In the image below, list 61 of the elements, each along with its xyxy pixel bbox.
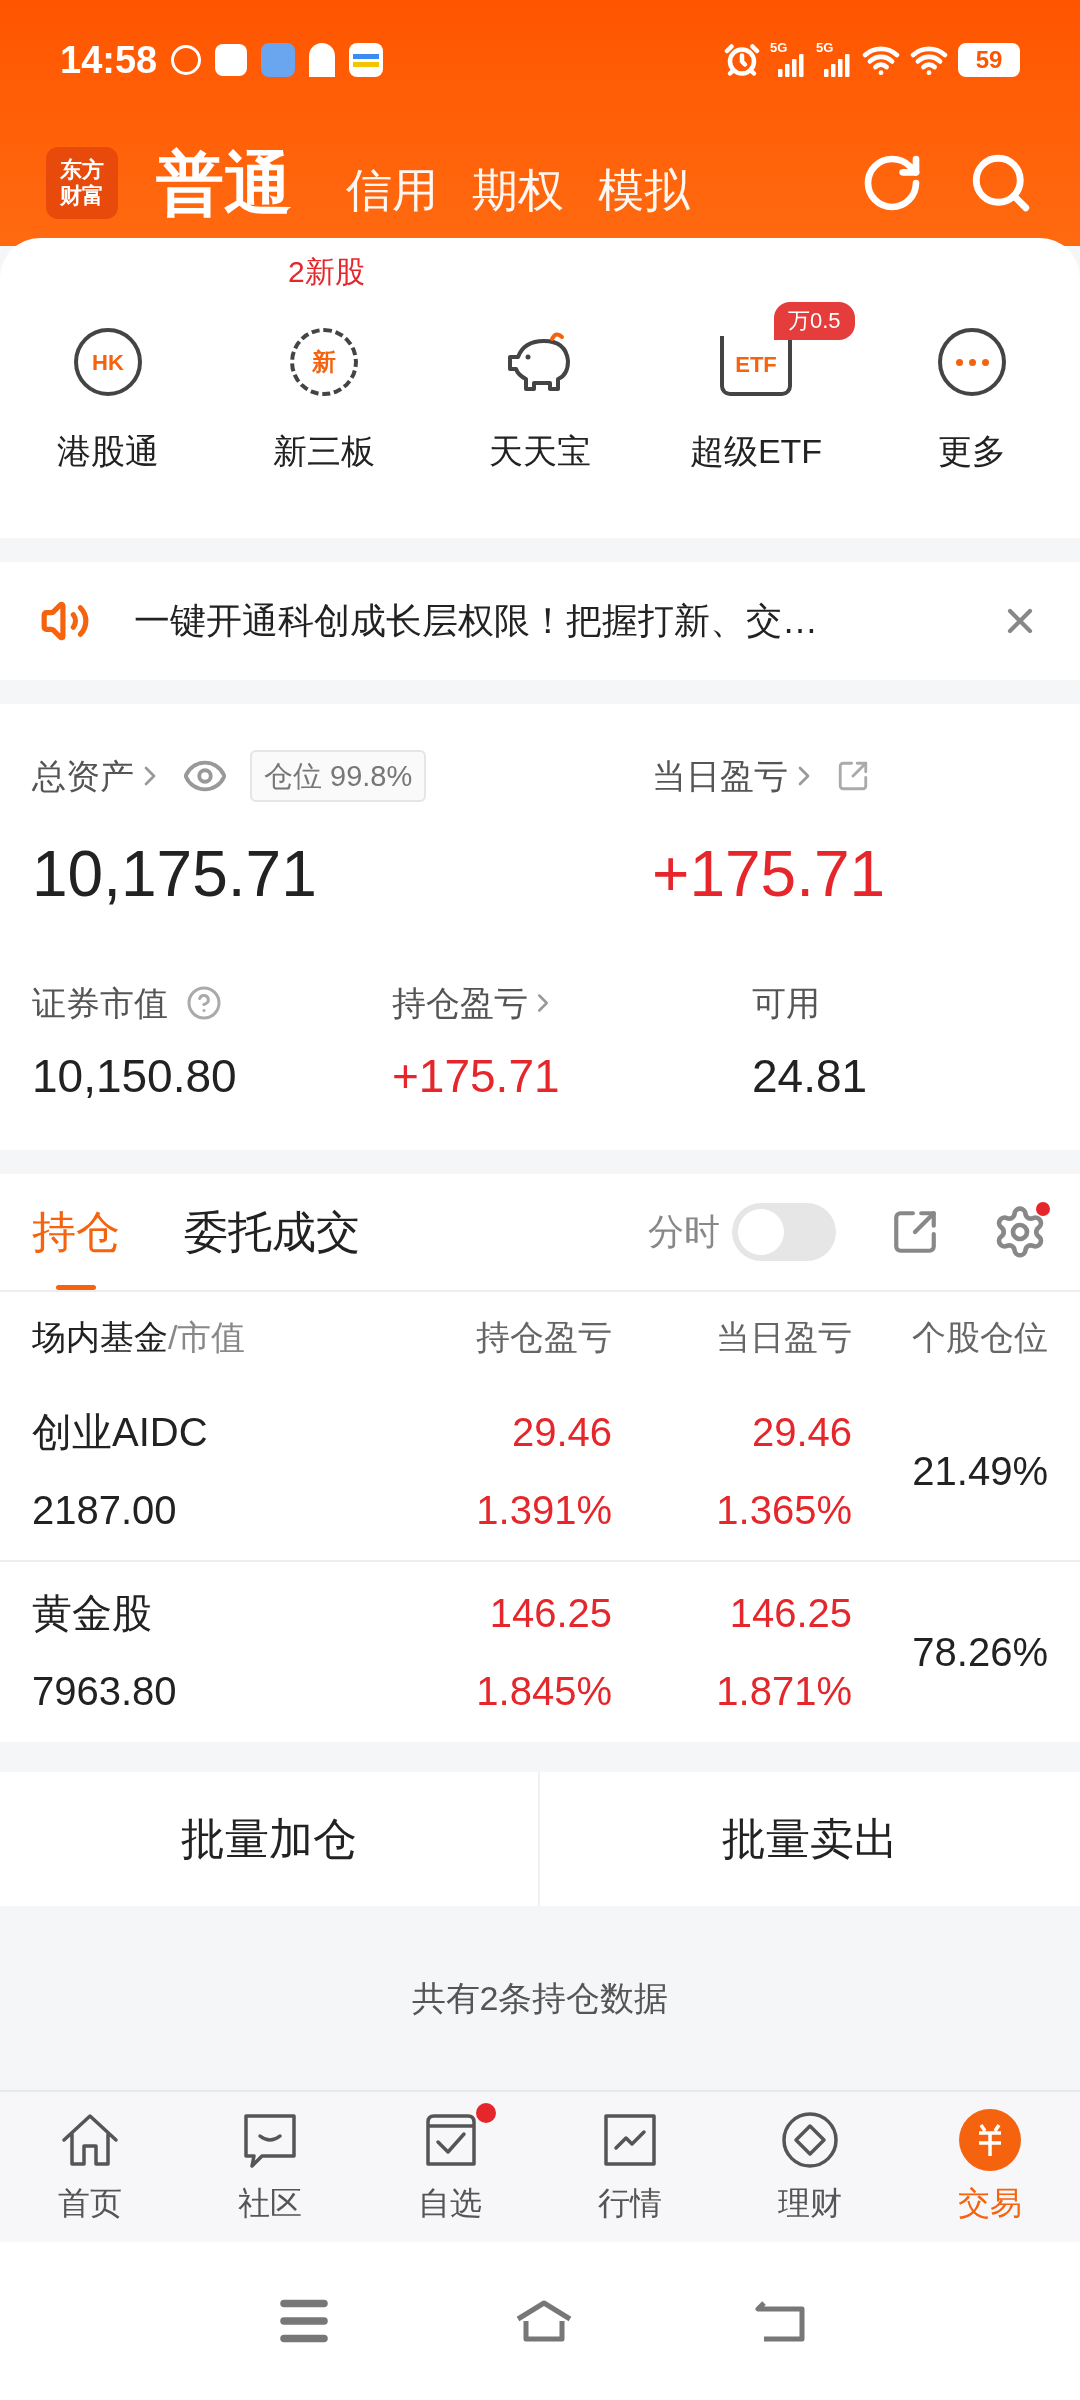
holding-pnl: 146.25 [489, 1590, 612, 1637]
stat-label: 可用 [752, 982, 820, 1024]
column-header: 当日盈亏 [715, 1316, 852, 1358]
service-shortcut[interactable]: HK 港股通 [57, 320, 159, 477]
fee-tag: 万0.5 [774, 302, 855, 340]
fund-name: 创业AIDC [32, 1409, 209, 1456]
notice-text[interactable]: 一键开通科创成长层权限！把握打新、交… [134, 594, 1000, 648]
market-value: 7963.80 [32, 1668, 178, 1715]
share-icon[interactable] [836, 759, 870, 793]
new-stock-count: 2新股 [288, 254, 365, 290]
stat-label: 证券市值 [32, 982, 168, 1024]
nav-tab[interactable]: 社区 [180, 2092, 360, 2242]
alarm-icon [724, 42, 760, 78]
batch-action-button[interactable]: 批量卖出 [540, 1772, 1080, 1906]
column-header: 持仓盈亏 [475, 1316, 612, 1358]
service-shortcut[interactable]: 新 新三板 [273, 320, 375, 477]
market-value: 2187.00 [32, 1487, 178, 1534]
holding-row[interactable]: 创业AIDC 2187.00 29.46 1.391% 29.46 1.365% 21.49% [0, 1382, 1080, 1562]
nav-tab[interactable]: 自选 [360, 2092, 540, 2242]
column-header: 个股仓位 [911, 1316, 1048, 1358]
home-icon[interactable] [514, 2299, 574, 2343]
wallet-app-icon [349, 43, 384, 77]
daily-pnl-value: +175.71 [652, 837, 886, 912]
fund-name: 黄金股 [32, 1590, 153, 1637]
back-icon[interactable] [754, 2299, 806, 2343]
more-icon [938, 328, 1006, 396]
daily-pnl: 29.46 [751, 1409, 852, 1456]
app-logo: 东方 财富 [46, 147, 118, 219]
nav-tab[interactable]: 首页 [0, 2092, 180, 2242]
service-shortcut[interactable]: 更多 [938, 320, 1006, 477]
holding-row[interactable]: 黄金股 7963.80 146.25 1.845% 146.25 1.871% 78.26% [0, 1562, 1080, 1742]
holding-pnl: 29.46 [511, 1409, 612, 1456]
batch-action-button[interactable]: 批量加仓 [0, 1772, 540, 1906]
stat-value: 24.81 [752, 1049, 869, 1104]
nav-tab[interactable]: 理财 [720, 2092, 900, 2242]
column-header: 场内基金/市值 [32, 1316, 247, 1358]
daily-pnl-percent: 1.365% [716, 1487, 852, 1534]
daily-pnl-percent: 1.871% [716, 1668, 852, 1715]
stat-value: +175.71 [392, 1049, 561, 1104]
position-weight: 78.26% [911, 1629, 1048, 1676]
etf-basket-icon: ETF [720, 336, 792, 396]
holdings-tab[interactable]: 委托成交 [184, 1174, 360, 1290]
status-time: 14:58 [60, 37, 158, 83]
toggle-label: 分时 [648, 1210, 720, 1254]
help-icon[interactable] [186, 985, 222, 1021]
nav-tab[interactable]: 行情 [540, 2092, 720, 2242]
position-weight: 21.49% [911, 1448, 1048, 1495]
stat-label: 持仓盈亏 [392, 982, 528, 1024]
service-shortcut[interactable]: 天天宝 [489, 320, 591, 477]
hk-icon: HK [74, 328, 142, 396]
holding-pnl-percent: 1.845% [476, 1668, 612, 1715]
battery-icon: 59 [958, 43, 1020, 77]
refresh-badge-icon: 新 [290, 328, 358, 396]
holdings-count-text: 共有2条持仓数据 [411, 1977, 669, 2019]
daily-pnl-label[interactable]: 当日盈亏 [652, 750, 788, 802]
position-tag: 仓位 99.8% [250, 750, 427, 802]
total-assets-label[interactable]: 总资产 [32, 750, 134, 802]
total-assets-value: 10,175.71 [32, 837, 318, 912]
stat-value: 10,150.80 [32, 1049, 238, 1104]
daily-pnl: 146.25 [729, 1590, 852, 1637]
holding-pnl-percent: 1.391% [476, 1487, 612, 1534]
